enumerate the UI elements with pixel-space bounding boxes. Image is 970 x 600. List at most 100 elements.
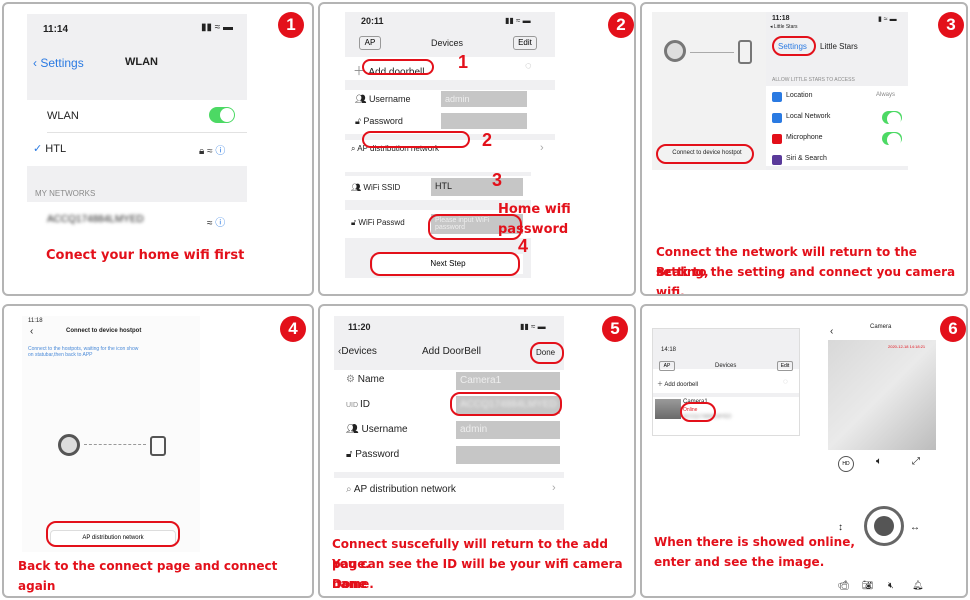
ptz-left-right-icon[interactable]: ↔ [910, 522, 920, 533]
connect-hotspot-screen: 11:18 ‹ Connect to device hostpot Connec… [22, 316, 200, 552]
connected-network[interactable]: ✓ HTL [33, 142, 66, 155]
alarm-icon[interactable]: 🔔︎ [912, 580, 923, 591]
highlight-done [530, 342, 564, 364]
page-title: Add DoorBell [422, 346, 481, 357]
microphone-icon [772, 134, 782, 144]
page-title: WLAN [125, 56, 158, 68]
step-6-panel: 6 14:18 AP Devices Edit ＋ Add doorbell ◌… [640, 304, 968, 598]
devices-title: Devices [431, 38, 464, 48]
user-icon: 👥︎ [355, 94, 369, 104]
other-network[interactable]: ACCQ174884LMYED [47, 214, 144, 225]
local-network-icon [772, 113, 782, 123]
username-field[interactable]: admin [456, 421, 560, 439]
microphone-row[interactable]: Microphone [786, 134, 823, 141]
fullscreen-icon[interactable]: ⤢ [912, 456, 920, 467]
lock-icon: 🔓︎ [346, 449, 356, 460]
step-number-badge: 5 [602, 316, 628, 342]
refresh-icon[interactable]: ◌ [525, 60, 532, 72]
feed-timestamp: 2020-12-18 14:18:21 [888, 344, 926, 349]
name-row: ⚙ Name [346, 374, 385, 385]
camera-icon [664, 40, 686, 62]
highlight-ap-button [46, 521, 180, 547]
edit-button[interactable]: Edit [777, 361, 793, 371]
edit-button[interactable]: Edit [513, 36, 537, 50]
page-title: Connect to device hostpot [66, 328, 142, 334]
camera-icon [58, 434, 80, 456]
search-icon: ⌕ [346, 484, 354, 495]
device-list-screen: 14:18 AP Devices Edit ＋ Add doorbell ◌ C… [652, 328, 800, 436]
user-icon: 👥︎ [346, 424, 362, 435]
access-header: ALLOW LITTLE STARS TO ACCESS [772, 77, 855, 83]
hd-button[interactable]: HD [838, 456, 854, 472]
step-4-panel: 4 11:18 ‹ Connect to device hostpot Conn… [2, 304, 314, 598]
ssid-field[interactable]: HTL [431, 178, 523, 196]
app-back-link[interactable]: ◂ Little Stars [770, 24, 798, 30]
step-5-caption-line2: You can see the ID will be your wifi cam… [332, 557, 623, 591]
location-row[interactable]: Location [786, 92, 812, 99]
username-row: 👥︎ Username [346, 424, 408, 435]
highlight-id [450, 392, 562, 416]
back-arrow-icon[interactable]: ‹ [30, 326, 33, 337]
settings-back-link[interactable]: ‹ Settings [33, 56, 84, 70]
siri-row[interactable]: Siri & Search [786, 155, 827, 162]
chevron-right-icon: › [552, 482, 556, 494]
local-network-row[interactable]: Local Network [786, 113, 830, 120]
step-number-badge: 3 [938, 12, 964, 38]
step-number-badge: 2 [608, 12, 634, 38]
username-field[interactable]: admin [441, 91, 527, 107]
user-icon: 👥︎ [351, 183, 364, 192]
checkmark-icon: ✓ [33, 143, 46, 155]
ap-button[interactable]: AP [659, 361, 675, 371]
step-number-badge: 1 [278, 12, 304, 38]
camera-feed[interactable] [828, 340, 936, 450]
back-arrow-icon[interactable]: ‹ [830, 326, 833, 337]
location-icon [772, 92, 782, 102]
ap-network-row[interactable]: ⌕ AP distribution network [346, 484, 456, 495]
section-header: MY NETWORKS [35, 189, 96, 198]
step-1-panel: 1 11:14 ▮▮ ≈ ▬ ‹ Settings WLAN WLAN ✓ HT… [2, 2, 314, 296]
status-icons: ▮ ≈ ▬ [878, 16, 897, 23]
step-3-caption-line2: Bcak to the setting and connect you came… [656, 265, 956, 296]
add-doorbell-item[interactable]: ＋ Add doorbell [657, 379, 698, 388]
record-icon[interactable]: 📹︎ [838, 580, 849, 591]
devices-title: Devices [715, 363, 737, 369]
local-network-toggle[interactable] [882, 111, 902, 126]
status-icons: ▮▮ ≈ ▬ [201, 22, 234, 33]
lock-wifi-info-icons: 🔒︎ ≈ ⓘ [199, 146, 226, 157]
password-row: 🔓︎ Password [346, 449, 400, 460]
doorbell-icon [738, 40, 752, 64]
step-6-caption-line2: enter and see the image. [654, 555, 825, 569]
status-time: 20:11 [361, 16, 384, 26]
status-icons: ▮▮ ≈ ▬ [505, 16, 531, 25]
password-field[interactable] [441, 113, 527, 129]
highlight-passwd [428, 214, 522, 240]
status-time: 11:20 [348, 322, 371, 332]
step-2-panel: 2 20:11 ▮▮ ≈ ▬ AP Devices Edit ＋ Add doo… [318, 2, 636, 296]
step-4-caption: Back to the connect page and connect aga… [18, 559, 278, 593]
app-title: Little Stars [820, 42, 858, 51]
wlan-screen: 11:14 ▮▮ ≈ ▬ ‹ Settings WLAN WLAN ✓ HTL … [27, 14, 247, 240]
name-field[interactable]: Camera1 [456, 372, 560, 390]
gear-icon: ⚙ [346, 374, 358, 385]
highlight-settings [772, 36, 816, 56]
speaker-icon[interactable]: 🔈︎ [876, 456, 882, 467]
microphone-toggle[interactable] [882, 132, 902, 147]
instruction-line2: on statubar,then back to APP [28, 352, 93, 358]
mute-icon[interactable]: 🔇︎ [888, 580, 894, 591]
snapshot-icon[interactable]: 📷︎ [862, 580, 873, 591]
ap-button[interactable]: AP [359, 36, 381, 50]
step-6-caption-line1: When there is showed online, [654, 535, 855, 549]
highlight-online [680, 402, 716, 422]
wlan-toggle[interactable] [209, 107, 235, 123]
marker-4: 4 [518, 236, 529, 256]
refresh-icon[interactable]: ◌ [783, 377, 788, 386]
username-row: 👥︎ Username [355, 94, 411, 104]
status-time: 11:18 [28, 318, 43, 324]
status-time: 11:18 [772, 15, 790, 22]
wlan-label: WLAN [47, 110, 79, 122]
siri-icon [772, 155, 782, 165]
highlight-ap-network [362, 131, 470, 148]
devices-back-link[interactable]: ‹Devices [338, 346, 377, 357]
password-field[interactable] [456, 446, 560, 464]
marker-2: 2 [482, 130, 493, 150]
